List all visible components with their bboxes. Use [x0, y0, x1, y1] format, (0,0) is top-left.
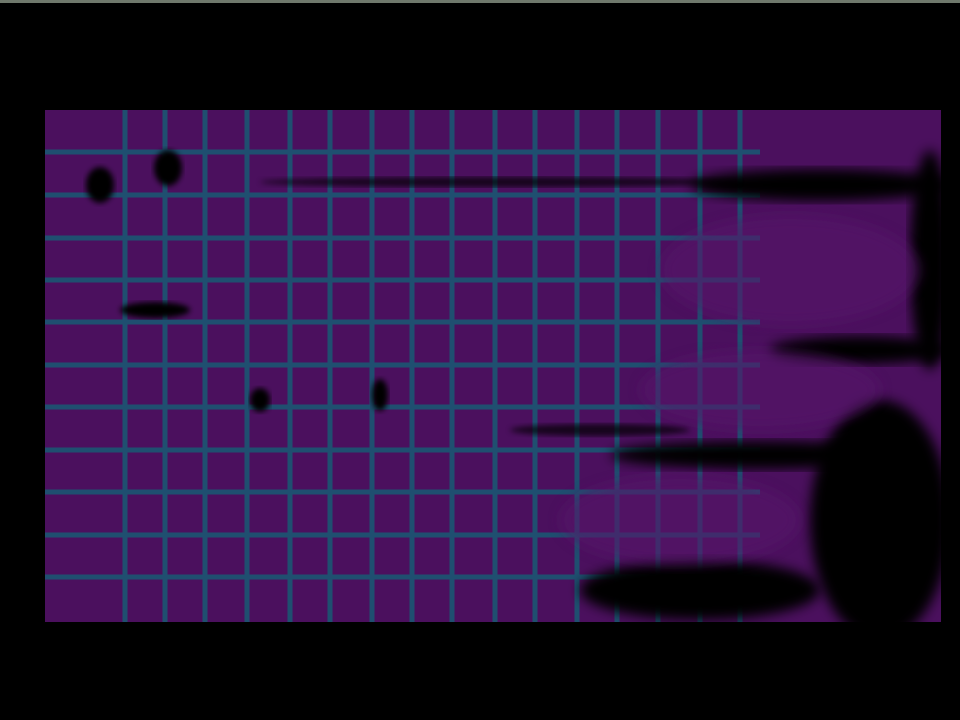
shadow-streak: [260, 177, 740, 187]
shadow-streak: [580, 560, 820, 620]
shadow-spot: [154, 150, 182, 186]
shadow-spot: [86, 167, 114, 203]
shadow-spot: [120, 302, 190, 318]
game-board: [45, 110, 941, 622]
shadow-streak: [510, 424, 690, 436]
shadow-spot: [372, 379, 388, 411]
shadow-streak: [810, 400, 941, 622]
shadow-streak: [690, 169, 941, 201]
shadow-spot: [250, 388, 270, 412]
